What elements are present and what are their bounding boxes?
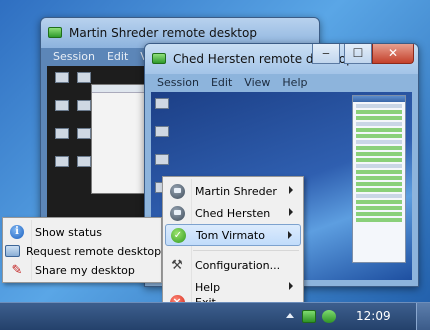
list-item xyxy=(356,164,402,168)
menu-item-configuration[interactable]: ⚒ Configuration... xyxy=(165,254,301,276)
menu-item-label: Request remote desktop xyxy=(26,244,162,258)
list-item xyxy=(356,188,402,192)
remote-desktop-icon xyxy=(48,27,62,38)
list-item xyxy=(356,194,402,198)
list-item xyxy=(356,158,402,162)
info-icon: i xyxy=(10,225,24,239)
monitor-icon xyxy=(169,183,185,199)
window-titlebar[interactable]: Ched Hersten remote desktop ‒ ☐ ✕ xyxy=(145,44,418,74)
list-item xyxy=(356,182,402,186)
taskbar: 12:09 xyxy=(0,302,430,330)
list-item xyxy=(356,212,402,216)
list-item xyxy=(356,122,402,126)
recycle-bin-icon xyxy=(77,72,91,83)
menu-item-ched-hersten[interactable]: Ched Hersten xyxy=(165,202,301,224)
notes-icon xyxy=(77,128,91,139)
list-item xyxy=(356,170,402,174)
menu-edit[interactable]: Edit xyxy=(205,74,238,92)
recycle-bin-icon xyxy=(155,126,169,137)
list-item xyxy=(356,140,402,144)
check-icon: ✓ xyxy=(170,227,186,243)
monitor-icon xyxy=(169,205,185,221)
menu-item-label: Tom Virmato xyxy=(196,228,265,242)
pin-icon: ✎ xyxy=(11,262,23,278)
remote-desktop-icon xyxy=(152,53,166,64)
window-title: Martin Shreder remote desktop xyxy=(69,26,257,40)
menu-item-share-my-desktop[interactable]: ✎ Share my desktop xyxy=(5,259,159,281)
software-icon xyxy=(77,100,91,111)
submenu-arrow-icon xyxy=(289,208,293,216)
menu-item-label: Show status xyxy=(35,225,102,239)
menu-session[interactable]: Session xyxy=(47,48,101,66)
menu-item-martin-shreder[interactable]: Martin Shreder xyxy=(165,180,301,202)
messenger-titlebar xyxy=(353,96,405,102)
window-menubar: Session Edit View Help xyxy=(151,74,412,92)
tools-icon: ⚒ xyxy=(171,257,183,273)
list-item xyxy=(356,116,402,120)
list-item xyxy=(356,146,402,150)
list-item xyxy=(356,110,402,114)
network-icon xyxy=(155,154,169,165)
menu-separator xyxy=(193,250,299,251)
folder-icon xyxy=(55,156,69,167)
list-item xyxy=(356,104,402,108)
remote-desktop-tray-icon[interactable] xyxy=(302,310,316,323)
menu-view[interactable]: View xyxy=(238,74,276,92)
menu-item-label: Ched Hersten xyxy=(195,206,271,220)
request-icon xyxy=(5,245,20,257)
menu-item-tom-virmato[interactable]: ✓ Tom Virmato xyxy=(165,224,301,246)
tray-context-menu: Martin Shreder Ched Hersten ✓ Tom Virmat… xyxy=(162,176,304,314)
show-desktop-button[interactable] xyxy=(416,303,430,330)
list-item xyxy=(356,128,402,132)
close-button[interactable]: ✕ xyxy=(372,44,414,64)
computer-icon xyxy=(55,72,69,83)
explorer-icon xyxy=(55,100,69,111)
menu-item-label: Share my desktop xyxy=(35,263,135,277)
clock[interactable]: 12:09 xyxy=(356,309,391,323)
maximize-button[interactable]: ☐ xyxy=(344,44,372,64)
list-item xyxy=(356,176,402,180)
computer-icon xyxy=(155,98,169,109)
minimize-button[interactable]: ‒ xyxy=(312,44,340,64)
folder-icon xyxy=(77,156,91,167)
messenger-window xyxy=(352,95,406,263)
submenu-arrow-icon xyxy=(288,231,292,239)
show-hidden-icons-button[interactable] xyxy=(286,313,294,318)
menu-help[interactable]: Help xyxy=(276,74,313,92)
menu-session[interactable]: Session xyxy=(151,74,205,92)
status-tray-icon[interactable] xyxy=(322,310,336,323)
submenu-arrow-icon xyxy=(289,282,293,290)
list-item xyxy=(356,134,402,138)
list-item xyxy=(356,218,402,222)
list-item xyxy=(356,200,402,204)
network-icon xyxy=(55,128,69,139)
list-item xyxy=(356,206,402,210)
tom-virmato-submenu: i Show status Request remote desktop ✎ S… xyxy=(2,217,162,283)
list-item xyxy=(356,152,402,156)
menu-edit[interactable]: Edit xyxy=(101,48,134,66)
submenu-arrow-icon xyxy=(289,186,293,194)
menu-item-label: Configuration... xyxy=(195,258,281,272)
menu-item-label: Martin Shreder xyxy=(195,184,277,198)
